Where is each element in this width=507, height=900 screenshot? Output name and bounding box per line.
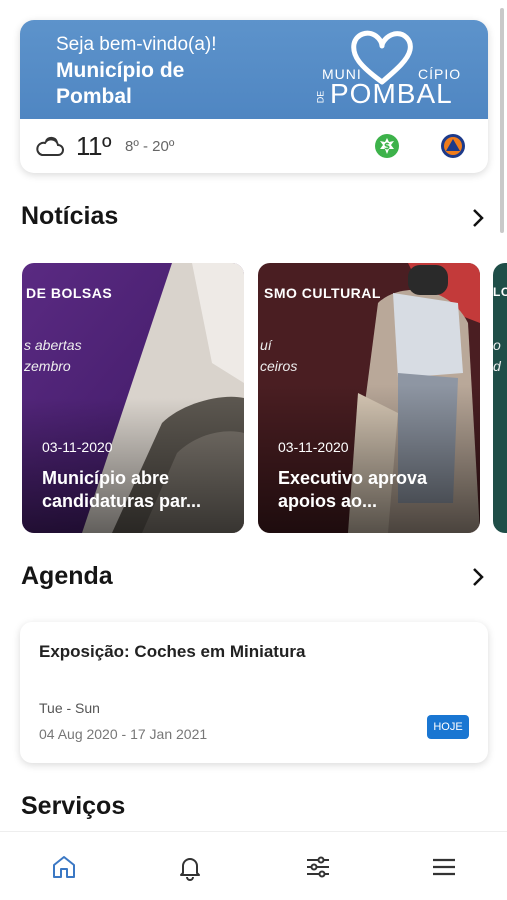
bottom-navigation bbox=[0, 831, 507, 900]
news-section-title: Notícias bbox=[21, 202, 119, 230]
news-overlay-line2: zembro bbox=[24, 358, 71, 374]
news-overlay-line2: ceiros bbox=[260, 358, 298, 374]
svg-text:$: $ bbox=[384, 142, 390, 152]
temperature-range: 8º - 20º bbox=[125, 137, 175, 155]
event-days: Tue - Sun bbox=[39, 700, 100, 716]
header-banner: Seja bem-vindo(a)! Município de Pombal M… bbox=[20, 20, 488, 119]
pharmacy-icon[interactable]: $ bbox=[374, 133, 400, 159]
today-badge: HOJE bbox=[427, 715, 469, 739]
news-chevron-right-icon[interactable] bbox=[469, 207, 487, 229]
news-image-partial bbox=[493, 263, 507, 533]
event-title: Exposição: Coches em Miniatura bbox=[39, 642, 306, 661]
municipality-logo: MUNI CÍPIO DE POMBAL bbox=[315, 30, 460, 110]
municipality-name: Município de Pombal bbox=[56, 59, 185, 108]
news-card-partial[interactable]: LO o d bbox=[493, 263, 507, 533]
news-tag: DE BOLSAS bbox=[26, 285, 113, 301]
agenda-section-title: Agenda bbox=[21, 562, 113, 590]
logo-de-text: DE bbox=[315, 90, 326, 104]
news-date: 03-11-2020 bbox=[42, 439, 113, 455]
news-overlay-line2: d bbox=[493, 358, 501, 374]
news-overlay-line1: s abertas bbox=[24, 337, 82, 353]
bell-icon bbox=[180, 858, 200, 881]
menu-icon bbox=[433, 858, 455, 876]
nav-notifications-button[interactable] bbox=[173, 850, 207, 884]
home-icon bbox=[53, 856, 75, 878]
event-dates: 04 Aug 2020 - 17 Jan 2021 bbox=[39, 726, 208, 742]
scrollbar[interactable] bbox=[500, 8, 504, 233]
cloudy-icon bbox=[36, 136, 64, 156]
civil-protection-icon[interactable] bbox=[440, 133, 466, 159]
news-tag: LO bbox=[493, 285, 507, 299]
agenda-chevron-right-icon[interactable] bbox=[469, 566, 487, 588]
news-date: 03-11-2020 bbox=[278, 439, 349, 455]
news-title: Município abre candidaturas par... bbox=[42, 468, 202, 511]
news-overlay-line1: o bbox=[493, 337, 501, 353]
temperature: 11º bbox=[76, 130, 112, 161]
nav-menu-button[interactable] bbox=[427, 850, 461, 884]
header-card: Seja bem-vindo(a)! Município de Pombal M… bbox=[20, 20, 488, 173]
sliders-icon bbox=[307, 856, 329, 878]
logo-pombal-text: POMBAL bbox=[330, 78, 453, 109]
welcome-text: Seja bem-vindo(a)! bbox=[56, 34, 217, 55]
agenda-event-card[interactable]: Exposição: Coches em Miniatura Tue - Sun… bbox=[20, 622, 488, 763]
news-overlay-line1: uí bbox=[260, 337, 272, 353]
news-card[interactable]: SMO CULTURAL uí ceiros 03-11-2020 Execut… bbox=[258, 263, 480, 533]
news-title: Executivo aprova apoios ao... bbox=[278, 468, 428, 511]
weather-row[interactable]: 11º 8º - 20º $ bbox=[20, 119, 488, 173]
nav-home-button[interactable] bbox=[47, 850, 81, 884]
news-tag: SMO CULTURAL bbox=[264, 285, 381, 301]
services-section-title: Serviços bbox=[21, 792, 126, 820]
nav-filters-button[interactable] bbox=[301, 850, 335, 884]
news-card[interactable]: DE BOLSAS s abertas zembro 03-11-2020 Mu… bbox=[22, 263, 244, 533]
